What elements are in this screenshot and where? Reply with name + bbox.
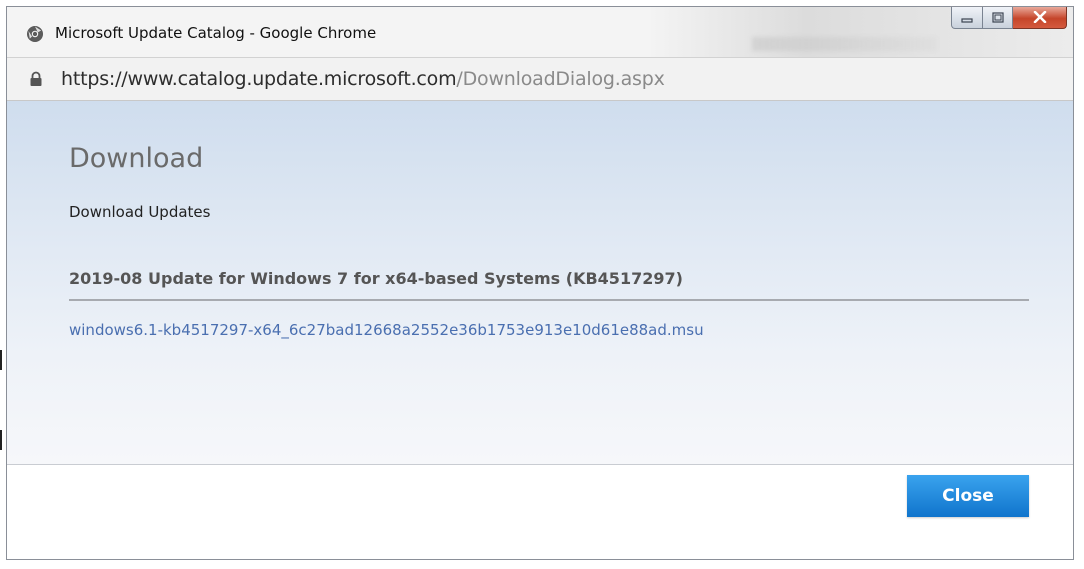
close-icon bbox=[1033, 8, 1047, 27]
maximize-icon bbox=[991, 8, 1004, 27]
divider bbox=[69, 299, 1029, 301]
browser-popup-window: Microsoft Update Catalog - Google Chrome bbox=[6, 6, 1074, 560]
dialog-subtitle: Download Updates bbox=[69, 203, 211, 221]
chrome-icon bbox=[27, 26, 43, 42]
background-edge-mark bbox=[0, 350, 2, 370]
title-bar: Microsoft Update Catalog - Google Chrome bbox=[7, 7, 1073, 57]
address-bar[interactable]: https://www.catalog.update.microsoft.com… bbox=[7, 57, 1073, 101]
minimize-icon bbox=[961, 8, 973, 27]
close-button[interactable]: Close bbox=[907, 475, 1029, 517]
background-window-ghost bbox=[752, 37, 937, 51]
dialog-title: Download bbox=[69, 143, 204, 174]
window-close-button[interactable] bbox=[1013, 7, 1067, 29]
url-path: /DownloadDialog.aspx bbox=[456, 68, 665, 90]
dialog-content: Download Download Updates 2019-08 Update… bbox=[7, 101, 1073, 465]
minimize-button[interactable] bbox=[951, 7, 983, 29]
download-file-link[interactable]: windows6.1-kb4517297-x64_6c27bad12668a25… bbox=[69, 321, 704, 339]
maximize-button[interactable] bbox=[983, 7, 1013, 29]
dialog-footer: Close bbox=[7, 465, 1073, 559]
window-title: Microsoft Update Catalog - Google Chrome bbox=[55, 24, 377, 42]
background-edge-mark bbox=[0, 430, 2, 450]
update-title: 2019-08 Update for Windows 7 for x64-bas… bbox=[69, 269, 683, 288]
url-host: https://www.catalog.update.microsoft.com bbox=[61, 68, 457, 90]
url-text[interactable]: https://www.catalog.update.microsoft.com… bbox=[61, 68, 665, 90]
window-controls bbox=[951, 7, 1067, 31]
lock-icon bbox=[29, 71, 43, 87]
